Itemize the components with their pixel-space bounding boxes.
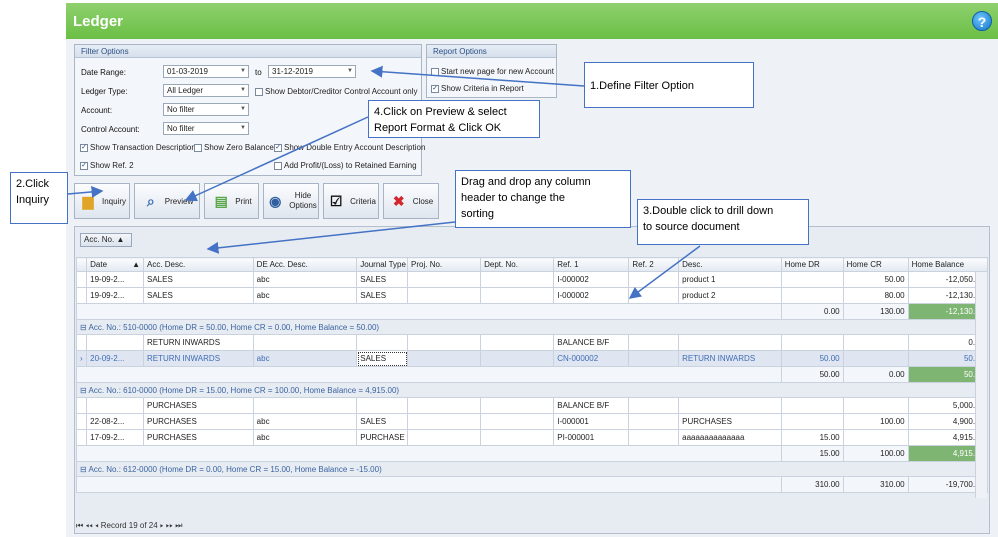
control-account-label: Control Account: <box>81 125 140 134</box>
row-pointer-icon: › <box>75 350 88 367</box>
vertical-scrollbar[interactable] <box>975 272 987 498</box>
preview-button[interactable]: ⌕ Preview <box>134 183 200 219</box>
ledger-grid[interactable]: Date ▲ Acc. Desc. DE Acc. Desc. Journal … <box>75 257 989 493</box>
date-to-input[interactable]: 31-12-2019 ▼ <box>268 65 356 78</box>
column-header-ref2[interactable]: Ref. 2 <box>628 257 680 272</box>
column-header-acc-desc[interactable]: Acc. Desc. <box>143 257 254 272</box>
account-select[interactable]: No filter ▼ <box>163 103 249 116</box>
title-bar: Ledger ? <box>66 3 998 39</box>
group-row[interactable]: ⊟ Acc. No.: 610-0000 (Home DR = 15.00, H… <box>76 382 988 398</box>
show-zero-balance-checkbox[interactable]: Show Zero Balance <box>194 143 274 152</box>
new-page-checkbox[interactable]: Start new page for new Account <box>431 67 554 76</box>
group-summary-row: 50.00 0.00 50.00 <box>76 366 989 383</box>
record-navigator: ⏮ ◂◂ ◂ Record 19 of 24 ▸ ▸▸ ⏭ <box>76 519 276 532</box>
column-header-journal-type[interactable]: Journal Type <box>356 257 409 272</box>
table-row[interactable]: RETURN INWARDSBALANCE B/F0.00 <box>75 334 989 351</box>
table-row[interactable]: 22-08-2... PURCHASES abc SALES I-000001 PURCH… <box>75 413 989 430</box>
folder-icon: ▆ <box>82 193 94 209</box>
filter-options-title: Filter Options <box>75 45 421 58</box>
collapse-icon[interactable]: ⊟ <box>80 465 87 474</box>
ledger-type-label: Ledger Type: <box>81 87 128 96</box>
group-by-acc-no[interactable]: Acc. No. ▲ <box>80 233 132 247</box>
collapse-icon[interactable]: ⊟ <box>80 386 87 395</box>
callout-preview: 4.Click on Preview & select Report Format… <box>368 100 540 138</box>
column-header-de-acc-desc[interactable]: DE Acc. Desc. <box>252 257 358 272</box>
date-range-label: Date Range: <box>81 68 126 77</box>
table-row[interactable]: 19-09-2... SALES abc SALES I-000002 product 1… <box>75 271 989 288</box>
chevron-down-icon[interactable]: ▼ <box>347 66 353 77</box>
sort-asc-icon[interactable]: ▲ <box>116 235 124 244</box>
group-summary-row: 0.00 130.00 -12,130.00 <box>76 303 989 320</box>
date-from-input[interactable]: 01-03-2019 ▼ <box>163 65 249 78</box>
table-row-selected[interactable]: › 20-09-2... RETURN INWARDS abc SALES CN-000… <box>75 350 989 367</box>
eye-icon: ◉ <box>269 193 282 209</box>
callout-drag-drop: Drag and drop any column header to change… <box>455 170 631 228</box>
show-transaction-desc-checkbox[interactable]: ✓ Show Transaction Description <box>80 143 196 152</box>
prev-record-icon[interactable]: ◂ <box>95 521 99 530</box>
group-row[interactable]: ⊟ Acc. No.: 510-0000 (Home DR = 50.00, H… <box>76 319 988 335</box>
column-header-date[interactable]: Date ▲ <box>86 257 144 272</box>
column-header-dept-no[interactable]: Dept. No. <box>480 257 555 272</box>
next-page-icon[interactable]: ▸▸ <box>166 521 173 530</box>
column-header-home-dr[interactable]: Home DR <box>780 257 844 272</box>
magnifier-icon: ⌕ <box>146 193 155 209</box>
sort-asc-icon[interactable]: ▲ <box>132 260 140 269</box>
ledger-type-select[interactable]: All Ledger ▼ <box>163 84 249 97</box>
column-header-home-balance[interactable]: Home Balance <box>907 257 989 272</box>
last-record-icon[interactable]: ⏭ <box>175 521 182 530</box>
window-title: Ledger <box>73 13 124 30</box>
column-header-ref1[interactable]: Ref. 1 <box>553 257 630 272</box>
show-debtor-checkbox[interactable]: Show Debtor/Creditor Control Account onl… <box>255 87 418 96</box>
column-header-proj-no[interactable]: Proj. No. <box>407 257 482 272</box>
show-criteria-checkbox[interactable]: ✓ Show Criteria in Report <box>431 84 524 93</box>
callout-drill-down: 3.Double click to drill down to source do… <box>637 199 809 245</box>
first-record-icon[interactable]: ⏮ <box>76 521 83 530</box>
account-label: Account: <box>81 106 113 115</box>
print-button[interactable]: ▤ Print <box>204 183 259 219</box>
printer-icon: ▤ <box>214 193 228 209</box>
callout-click-inquiry: 2.Click Inquiry <box>10 172 68 224</box>
inquiry-button[interactable]: ▆ Inquiry <box>74 183 130 219</box>
criteria-button[interactable]: ☑ Criteria <box>323 183 379 219</box>
chevron-down-icon[interactable]: ▼ <box>240 66 246 77</box>
row-indicator-header <box>75 257 88 272</box>
control-account-select[interactable]: No filter ▼ <box>163 122 249 135</box>
table-row[interactable]: 19-09-2... SALES abc SALES I-000002 product 2… <box>75 287 989 304</box>
chevron-down-icon[interactable]: ▼ <box>240 85 246 96</box>
record-counter: Record 19 of 24 <box>100 521 158 530</box>
hide-options-button[interactable]: ◉ Hide Options <box>263 183 319 219</box>
chevron-down-icon[interactable]: ▼ <box>240 104 246 115</box>
column-header-home-cr[interactable]: Home CR <box>842 257 909 272</box>
table-row[interactable]: PURCHASES BALANCE B/F 5,000.00 <box>75 397 989 414</box>
chevron-down-icon[interactable]: ▼ <box>240 123 246 134</box>
group-row[interactable]: ⊟ Acc. No.: 612-0000 (Home DR = 0.00, Ho… <box>76 461 988 477</box>
show-ref2-checkbox[interactable]: ✓ Show Ref. 2 <box>80 161 134 170</box>
report-options-title: Report Options <box>427 45 556 58</box>
add-profit-checkbox[interactable]: Add Profit/(Loss) to Retained Earning <box>274 161 417 170</box>
table-row[interactable]: 17-09-2... PURCHASES abc PURCHASE PI-000001 a… <box>75 429 989 446</box>
grid-header-row: Date ▲ Acc. Desc. DE Acc. Desc. Journal … <box>75 257 989 272</box>
next-record-icon[interactable]: ▸ <box>160 521 164 530</box>
prev-page-icon[interactable]: ◂◂ <box>85 521 92 530</box>
help-icon[interactable]: ? <box>972 11 992 31</box>
report-options-group: Report Options Start new page for new Ac… <box>426 44 557 98</box>
collapse-icon[interactable]: ⊟ <box>80 323 87 332</box>
callout-define-filter: 1.Define Filter Option <box>584 62 754 108</box>
show-double-entry-checkbox[interactable]: ✓ Show Double Entry Account Description <box>274 143 425 152</box>
grand-total-row: 310.00 310.00 -19,700.00 <box>76 476 989 493</box>
checkmark-icon: ☑ <box>329 193 343 209</box>
to-label: to <box>255 68 262 77</box>
close-icon: ✖ <box>392 193 405 209</box>
group-summary-row: 15.00 100.00 4,915.00 <box>76 445 989 462</box>
close-button[interactable]: ✖ Close <box>383 183 439 219</box>
column-header-desc[interactable]: Desc. <box>678 257 782 272</box>
